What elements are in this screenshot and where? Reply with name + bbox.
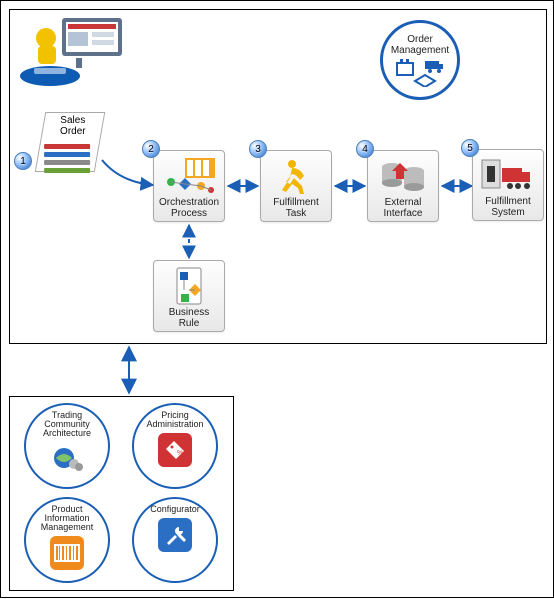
- fulfillment-task-icon: [263, 153, 329, 198]
- external-interface-label: ExternalInterface: [384, 198, 423, 219]
- price-tag-icon: %: [158, 433, 192, 467]
- fulfillment-task-node: FulfillmentTask: [260, 150, 332, 222]
- fulfillment-task-label: FulfillmentTask: [273, 198, 319, 219]
- sales-order-label: SalesOrder: [44, 113, 102, 139]
- dependent-products-container: TradingCommunityArchitecture PricingAdmi…: [9, 396, 234, 591]
- external-interface-icon: [370, 153, 436, 198]
- product-info-mgmt-label: ProductInformationManagement: [41, 505, 94, 532]
- order-management-circle: OrderManagement: [380, 20, 460, 100]
- callout-badge-5: 5: [461, 139, 479, 157]
- callout-badge-4: 4: [356, 140, 374, 158]
- callout-badge-1: 1: [14, 152, 32, 170]
- fulfillment-system-node: FulfillmentSystem: [472, 149, 544, 221]
- trading-community-arch-label: TradingCommunityArchitecture: [43, 411, 91, 438]
- svg-text:%: %: [177, 450, 183, 457]
- business-rule-icon: [156, 263, 222, 308]
- tools-icon: [158, 518, 192, 552]
- configurator-label: Configurator: [150, 505, 200, 514]
- order-entry-operator-icon: [16, 10, 126, 90]
- barcode-icon: [50, 536, 84, 570]
- order-management-container: OrderManagement SalesOrder 1: [9, 9, 547, 344]
- callout-badge-2: 2: [142, 140, 160, 158]
- business-rule-label: BusinessRule: [169, 308, 210, 329]
- trading-community-arch-circle: TradingCommunityArchitecture: [24, 403, 110, 489]
- pricing-administration-label: PricingAdministration: [146, 411, 203, 429]
- configurator-circle: Configurator: [132, 497, 218, 583]
- fulfillment-system-icon: [475, 152, 541, 197]
- order-management-label: OrderManagement: [391, 34, 449, 56]
- product-info-mgmt-circle: ProductInformationManagement: [24, 497, 110, 583]
- sales-order-lines-icon: [40, 141, 94, 176]
- business-rule-node: BusinessRule: [153, 260, 225, 332]
- callout-badge-3: 3: [249, 140, 267, 158]
- diagram-canvas: OrderManagement SalesOrder 1: [0, 0, 554, 598]
- external-interface-node: ExternalInterface: [367, 150, 439, 222]
- orchestration-process-label: OrchestrationProcess: [159, 198, 219, 219]
- sales-order-doc-icon: SalesOrder: [35, 112, 106, 172]
- fulfillment-system-label: FulfillmentSystem: [485, 197, 531, 218]
- pricing-administration-circle: PricingAdministration %: [132, 403, 218, 489]
- logistics-icon: [395, 59, 445, 87]
- globe-people-icon: [50, 442, 84, 476]
- orchestration-process-icon: [156, 153, 222, 198]
- orchestration-process-node: OrchestrationProcess: [153, 150, 225, 222]
